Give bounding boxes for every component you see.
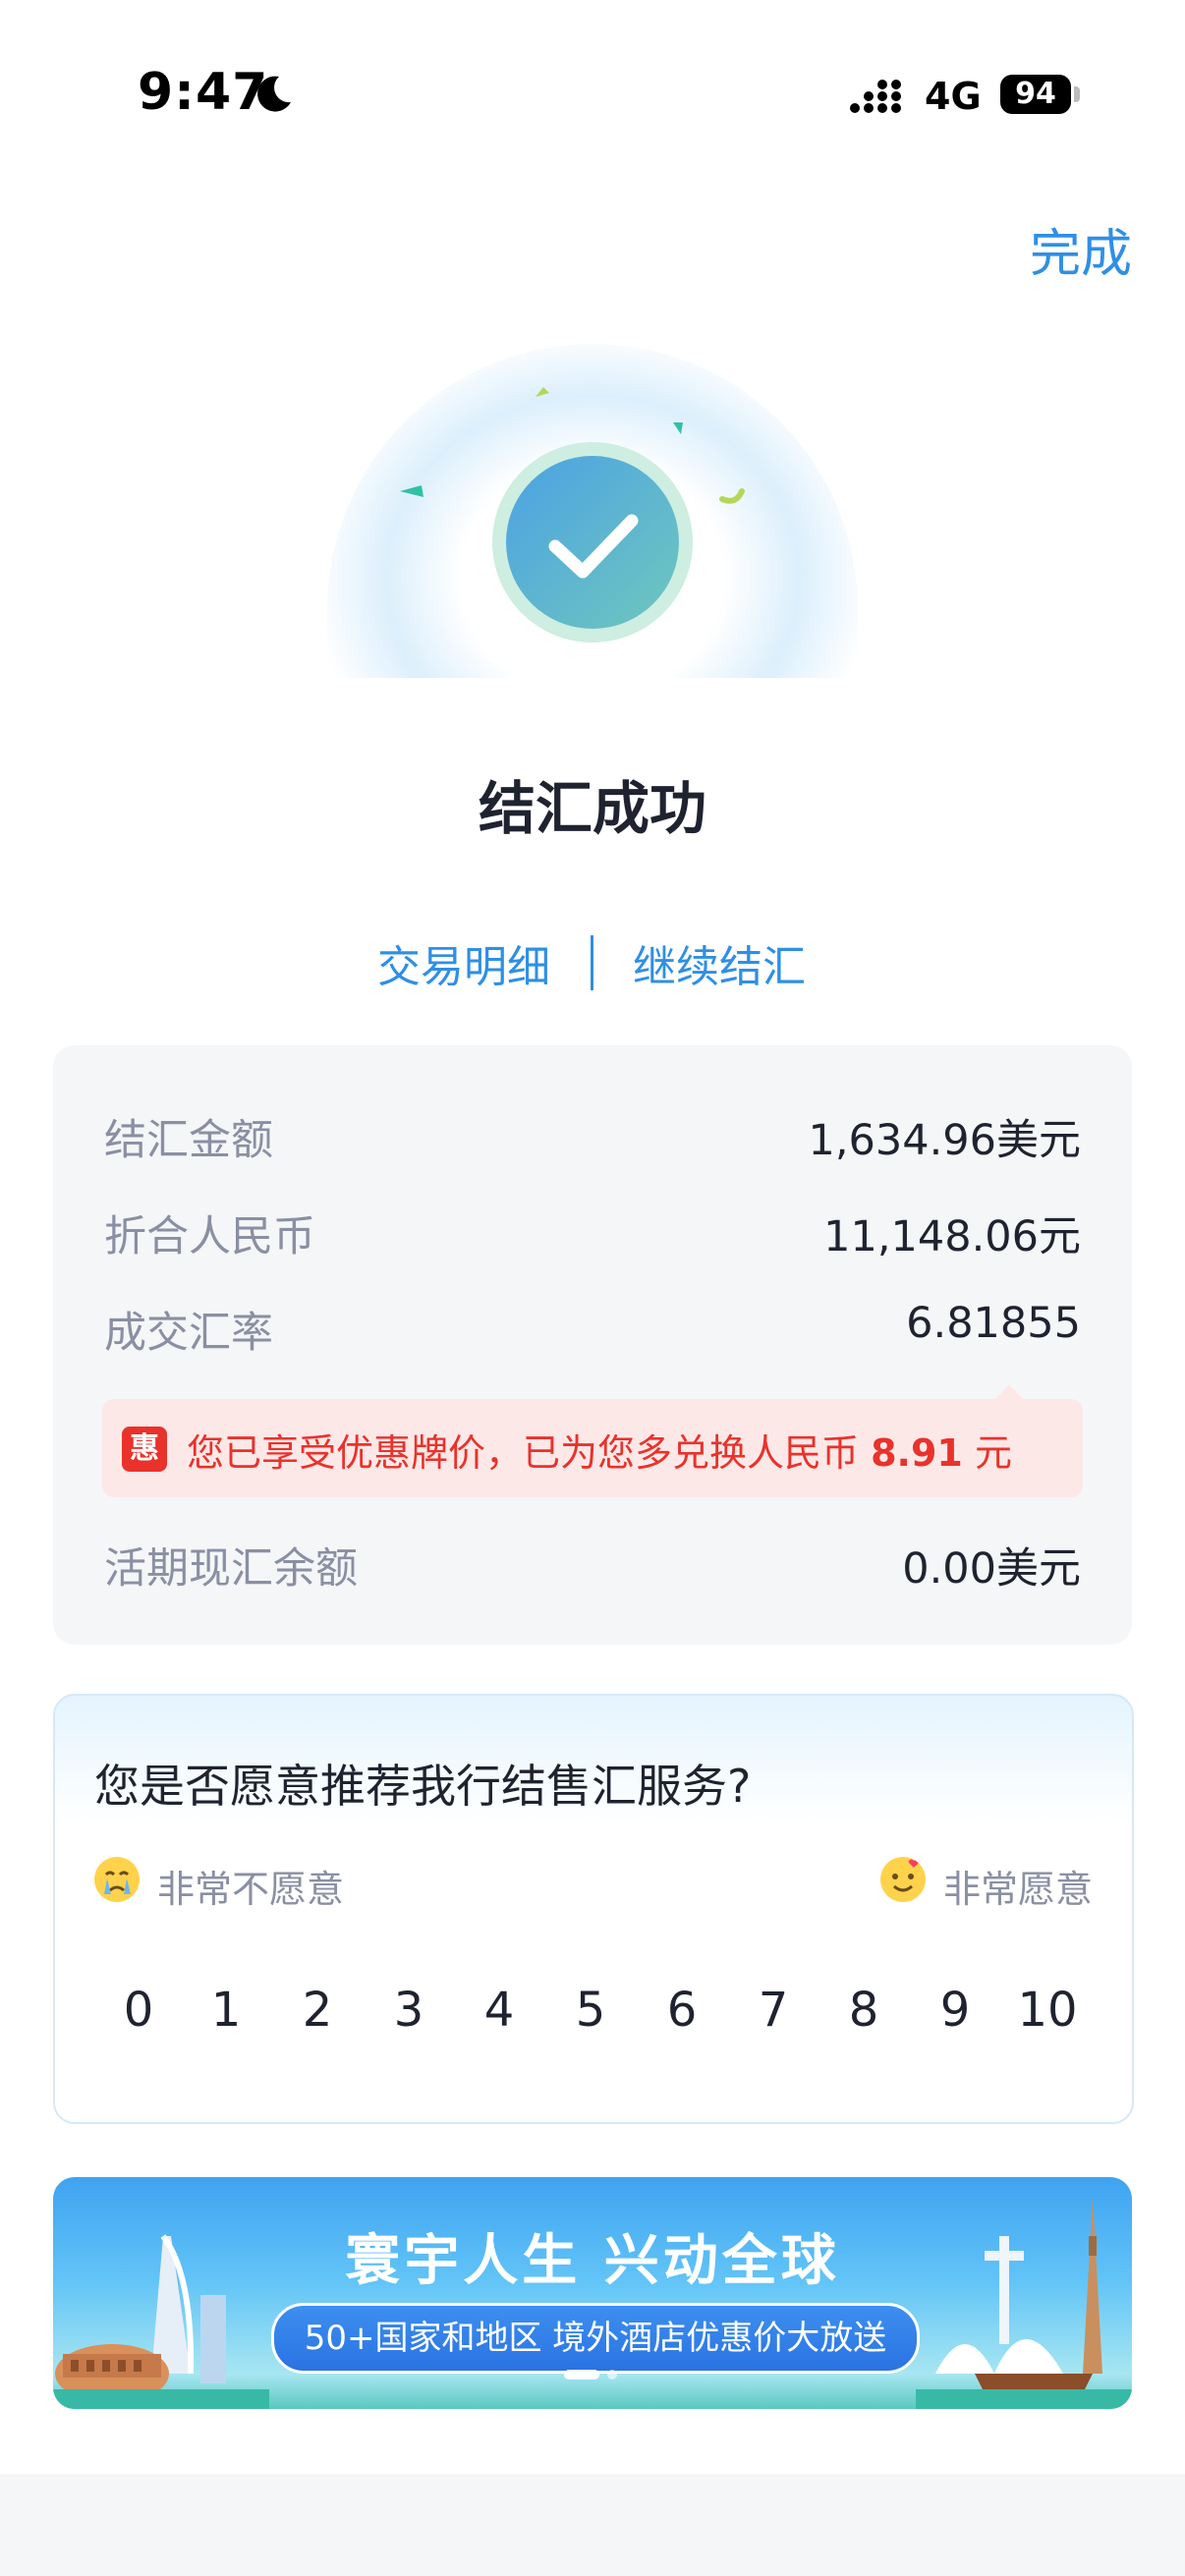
- promo-amount: 8.91: [871, 1431, 963, 1475]
- summary-row: 折合人民币 11,148.06元: [104, 1203, 1081, 1261]
- page-title: 结汇成功: [478, 775, 706, 842]
- battery-cap: [1074, 86, 1080, 102]
- signal-icon: [850, 80, 901, 113]
- summary-row: 结汇金额 1,634.96美元: [104, 1106, 1081, 1165]
- low-score-label: 非常不愿意: [157, 1868, 345, 1911]
- status-bar: 9:47 4G 94: [0, 0, 1185, 147]
- footer-background: [0, 2474, 1185, 2576]
- row-value: 0.00美元: [902, 1544, 1081, 1594]
- row-label: 成交汇率: [104, 1309, 273, 1358]
- score-option[interactable]: 2: [303, 1983, 333, 2038]
- row-value: 6.81855: [906, 1299, 1081, 1348]
- score-option[interactable]: 5: [576, 1983, 606, 2038]
- score-option[interactable]: 10: [1017, 1983, 1077, 2038]
- banner-title: 寰宇人生 兴动全球: [345, 2229, 840, 2293]
- score-option[interactable]: 0: [124, 1983, 154, 2038]
- carousel-dot-active: [564, 2370, 599, 2380]
- promo-text: 您已享受优惠牌价，已为您多兑换人民币 8.91 元: [187, 1423, 1012, 1477]
- done-button[interactable]: 完成: [1030, 212, 1132, 286]
- score-option[interactable]: 6: [667, 1983, 698, 2038]
- carousel-indicator: [564, 2370, 623, 2381]
- banner-subtitle: 50+国家和地区 境外酒店优惠价大放送: [271, 2303, 920, 2374]
- heart-eyes-icon: [880, 1857, 926, 1902]
- crying-face-icon: [94, 1857, 140, 1902]
- row-value: 11,148.06元: [823, 1212, 1081, 1261]
- promo-pointer: [994, 1384, 1024, 1400]
- result-links: 交易明细 继续结汇: [0, 931, 1185, 992]
- moon-icon: [257, 76, 291, 112]
- link-divider: [591, 935, 593, 990]
- balance-row: 活期现汇余额 0.00美元: [104, 1535, 1081, 1594]
- score-option[interactable]: 9: [940, 1983, 971, 2038]
- status-time: 9:47: [138, 63, 269, 122]
- high-score-label: 非常愿意: [943, 1868, 1094, 1911]
- score-option[interactable]: 4: [484, 1983, 515, 2038]
- survey-question: 您是否愿意推荐我行结售汇服务?: [94, 1760, 752, 1813]
- discount-icon: 惠: [122, 1427, 167, 1472]
- row-label: 结汇金额: [104, 1116, 273, 1165]
- score-option[interactable]: 1: [211, 1983, 242, 2038]
- promo-banner: 惠 您已享受优惠牌价，已为您多兑换人民币 8.91 元: [102, 1399, 1083, 1497]
- score-scale: 0 1 2 3 4 5 6 7 8 9 10: [55, 1983, 1132, 2042]
- row-value: 1,634.96美元: [808, 1116, 1081, 1165]
- row-label: 折合人民币: [104, 1212, 315, 1261]
- score-option[interactable]: 7: [759, 1983, 789, 2038]
- score-option[interactable]: 8: [849, 1983, 879, 2038]
- row-label: 活期现汇余额: [104, 1544, 358, 1594]
- checkmark-icon: [548, 514, 639, 579]
- promo-text-before: 您已享受优惠牌价，已为您多兑换人民币: [187, 1431, 872, 1475]
- nps-survey: 您是否愿意推荐我行结售汇服务? 非常不愿意 非常愿意 0 1 2 3 4 5 6…: [53, 1694, 1134, 2124]
- promo-text-after: 元: [962, 1431, 1012, 1475]
- score-option[interactable]: 3: [394, 1983, 424, 2038]
- summary-row: 成交汇率 6.81855: [104, 1299, 1081, 1358]
- success-illustration: [327, 324, 858, 688]
- travel-promo-banner[interactable]: 寰宇人生 兴动全球 50+国家和地区 境外酒店优惠价大放送: [53, 2177, 1132, 2409]
- network-type: 4G: [925, 75, 982, 118]
- summary-card: 结汇金额 1,634.96美元 折合人民币 11,148.06元 成交汇率 6.…: [53, 1045, 1132, 1645]
- carousel-dot: [607, 2370, 617, 2380]
- transaction-detail-link[interactable]: 交易明细: [377, 931, 550, 994]
- battery-icon: 94: [1000, 75, 1071, 114]
- continue-exchange-link[interactable]: 继续结汇: [633, 931, 806, 994]
